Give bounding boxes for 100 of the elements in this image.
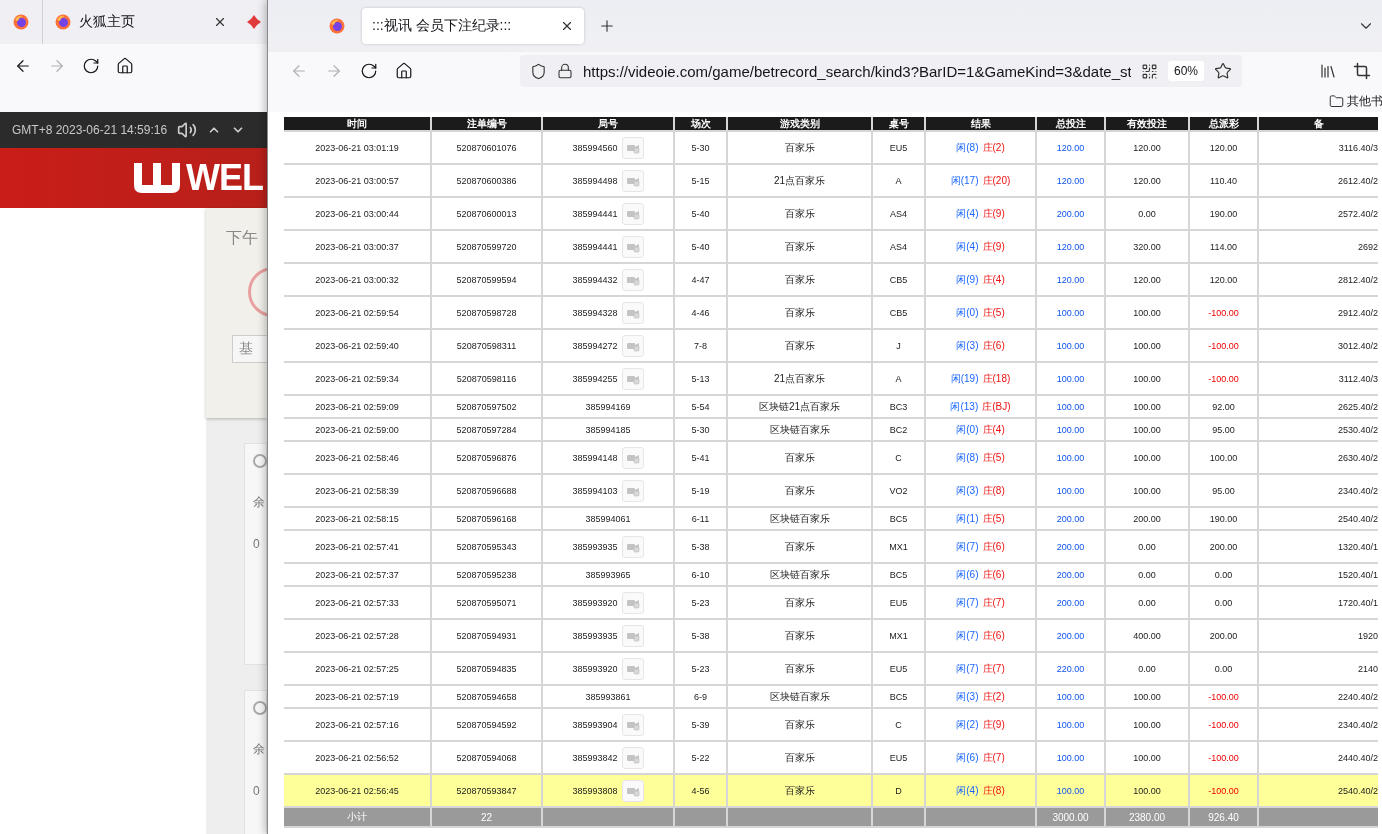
table-row[interactable]: 2023-06-21 02:59:09 520870597502 385994169 5-54 区块链21点百家乐 BC3 闲(13) 庄(BJ) 100.00 100.00 92.00 2625.40/2 [284, 396, 1378, 417]
browser-logo-icon[interactable] [13, 14, 29, 30]
table-row[interactable]: 2023-06-21 02:57:37 520870595238 385993965 6-10 区块链百家乐 BC5 闲(6) 庄(6) 200.00 0.00 0.00 1520.40/1 [284, 564, 1378, 585]
table-cell: BC2 [873, 419, 924, 440]
banker-result: 庄(6) [982, 338, 1005, 353]
table-cell: -100.00 [1190, 363, 1257, 394]
table-cell: 7-8 [675, 330, 726, 361]
star-icon[interactable] [1214, 62, 1232, 80]
table-cell: 92.00 [1190, 396, 1257, 417]
table-cell: BC3 [873, 396, 924, 417]
table-cell: EU5 [873, 653, 924, 684]
table-cell: 2023-06-21 02:57:16 [284, 709, 430, 740]
table-cell: BC5 [873, 564, 924, 585]
table-cell: 6-9 [675, 686, 726, 707]
table-cell: 3000.00 [1037, 808, 1104, 826]
round-number: 385994441 [572, 241, 618, 252]
zoom-badge[interactable]: 60% [1167, 61, 1204, 81]
table-cell: 520870601076 [432, 132, 541, 163]
reload-icon[interactable] [82, 57, 100, 75]
greeting-text: 下午 [226, 228, 259, 248]
table-row[interactable]: 2023-06-21 02:57:41 520870595343 385993935 5-38 百家乐 MX1 闲(7) 庄(6) 200.00 0.00 200.00 1320.40/1 [284, 531, 1378, 562]
table-cell: 520870600013 [432, 198, 541, 229]
banker-result: 庄(9) [982, 206, 1005, 221]
table-cell: CB5 [873, 297, 924, 328]
table-cell: 520870595343 [432, 531, 541, 562]
table-row[interactable]: 2023-06-21 02:58:46 520870596876 385994148 5-41 百家乐 C 闲(8) 庄(5) 100.00 100.00 100.00 2630.40/2 [284, 442, 1378, 473]
table-row[interactable]: 2023-06-21 02:58:39 520870596688 385994103 5-19 百家乐 VO2 闲(3) 庄(8) 100.00 100.00 95.00 2340.40/2 [284, 475, 1378, 506]
close-icon[interactable] [213, 15, 227, 29]
player-result: 闲(3) [956, 689, 979, 704]
table-row[interactable]: 2023-06-21 03:01:19 520870601076 385994560 5-30 百家乐 EU5 闲(8) 庄(2) 120.00 120.00 120.00 3116.40/3 [284, 132, 1378, 163]
table-row[interactable]: 2023-06-21 03:00:32 520870599594 385994432 4-47 百家乐 CB5 闲(9) 庄(4) 120.00 120.00 120.00 2812.40/2 [284, 264, 1378, 295]
table-cell: 520870599720 [432, 231, 541, 262]
table-cell: 520870600386 [432, 165, 541, 196]
table-row[interactable]: 2023-06-21 02:57:25 520870594835 385993920 5-23 百家乐 EU5 闲(7) 庄(7) 220.00 0.00 0.00 2140 [284, 653, 1378, 684]
table-row[interactable]: 2023-06-21 02:56:52 520870594068 385993842 5-22 百家乐 EU5 闲(6) 庄(7) 100.00 100.00 -100.00 2440.40/2 [284, 742, 1378, 773]
table-cell: C [873, 709, 924, 740]
speaker-icon[interactable] [177, 120, 198, 140]
browser-logo-icon[interactable] [329, 18, 345, 34]
column-header: 注单编号 [432, 117, 541, 130]
player-result: 闲(8) [956, 450, 979, 465]
player-result: 闲(0) [956, 422, 979, 437]
address-bar[interactable]: https://videoie.com/game/betrecord_search/kind3?BarID=1&GameKind=3&date_st 60% [520, 55, 1242, 87]
table-cell: -100.00 [1190, 742, 1257, 773]
new-tab-icon[interactable] [598, 17, 616, 35]
table-cell: EU5 [873, 742, 924, 773]
table-cell: 400.00 [1106, 620, 1188, 651]
table-cell: 190.00 [1190, 508, 1257, 529]
table-row[interactable]: 2023-06-21 03:00:57 520870600386 385994498 5-15 21点百家乐 A 闲(17) 庄(20) 120.00 120.00 110.40 2612.40/2 [284, 165, 1378, 196]
table-cell: 120.00 [1106, 264, 1188, 295]
table-cell: BC5 [873, 508, 924, 529]
table-cell: 520870598116 [432, 363, 541, 394]
back-icon[interactable] [14, 57, 32, 75]
table-row[interactable]: 2023-06-21 02:56:45 520870593847 385993808 4-56 百家乐 D 闲(4) 庄(8) 100.00 100.00 -100.00 2540.40/2 [284, 775, 1378, 806]
table-row[interactable]: 2023-06-21 02:59:34 520870598116 385994255 5-13 21点百家乐 A 闲(19) 庄(18) 100.00 100.00 -100.00 3112.40/3 [284, 363, 1378, 394]
table-cell: 5-40 [675, 231, 726, 262]
table-cell: 区块链百家乐 [728, 419, 871, 440]
table-cell: 2023-06-21 02:59:00 [284, 419, 430, 440]
table-cell: 2023-06-21 02:57:19 [284, 686, 430, 707]
table-cell: 0.00 [1106, 587, 1188, 618]
lock-icon[interactable] [557, 63, 573, 79]
table-row[interactable]: 2023-06-21 03:00:44 520870600013 385994441 5-40 百家乐 AS4 闲(4) 庄(9) 200.00 0.00 190.00 2572.40/2 [284, 198, 1378, 229]
bookmark-folder[interactable]: 其他书 [1347, 92, 1382, 110]
table-row[interactable]: 2023-06-21 02:58:15 520870596168 385994061 6-11 区块链百家乐 BC5 闲(1) 庄(5) 200.00 200.00 190.00 2540.40/2 [284, 508, 1378, 529]
reload-icon[interactable] [360, 62, 378, 80]
table-cell: 4-47 [675, 264, 726, 295]
table-cell: 95.00 [1190, 419, 1257, 440]
folder-icon[interactable] [1329, 93, 1344, 109]
table-cell: 2812.40/2 [1259, 264, 1378, 295]
column-header: 时间 [284, 117, 430, 130]
table-cell: 2023-06-21 03:00:44 [284, 198, 430, 229]
player-result: 闲(1) [956, 511, 979, 526]
close-icon[interactable] [560, 19, 574, 33]
table-cell: 百家乐 [728, 653, 871, 684]
table-row[interactable]: 2023-06-21 02:57:19 520870594658 385993861 6-9 区块链百家乐 BC5 闲(3) 庄(2) 100.00 100.00 -100.00 2240.40/2 [284, 686, 1378, 707]
round-number: 385994148 [572, 452, 618, 463]
table-row[interactable]: 2023-06-21 02:59:54 520870598728 385994328 4-46 百家乐 CB5 闲(0) 庄(5) 100.00 100.00 -100.00 2912.40/2 [284, 297, 1378, 328]
table-row[interactable]: 2023-06-21 03:00:37 520870599720 385994441 5-40 百家乐 AS4 闲(4) 庄(9) 120.00 320.00 114.00 2692 [284, 231, 1378, 262]
round-number: 385993920 [572, 663, 618, 674]
column-header: 总投注 [1037, 117, 1104, 130]
qr-code-icon[interactable] [1140, 62, 1158, 80]
player-result: 闲(7) [956, 628, 979, 643]
card-label: 余 [253, 494, 266, 511]
home-icon[interactable] [116, 57, 134, 75]
table-cell: 520870595071 [432, 587, 541, 618]
library-icon[interactable] [1319, 62, 1337, 80]
table-cell: 百家乐 [728, 132, 871, 163]
table-cell: 5-22 [675, 742, 726, 773]
table-cell: 190.00 [1190, 198, 1257, 229]
home-icon[interactable] [395, 62, 413, 80]
table-cell: 4-56 [675, 775, 726, 806]
table-cell: 2023-06-21 02:56:45 [284, 775, 430, 806]
crop-icon[interactable] [1353, 62, 1371, 80]
browser-tab[interactable]: :::视讯 会员下注纪录::: [362, 8, 584, 44]
shield-icon[interactable] [530, 62, 547, 80]
table-row[interactable]: 2023-06-21 02:59:00 520870597284 385994185 5-30 区块链百家乐 BC2 闲(0) 庄(4) 100.00 100.00 95.00 2530.40/2 [284, 419, 1378, 440]
table-row[interactable]: 2023-06-21 02:59:40 520870598311 385994272 7-8 百家乐 J 闲(3) 庄(6) 100.00 100.00 -100.00 3012.40/2 [284, 330, 1378, 361]
table-row[interactable]: 2023-06-21 02:57:28 520870594931 385993935 5-38 百家乐 MX1 闲(7) 庄(6) 200.00 400.00 200.00 1920 [284, 620, 1378, 651]
table-row[interactable]: 2023-06-21 02:57:33 520870595071 385993920 5-23 百家乐 EU5 闲(7) 庄(7) 200.00 0.00 0.00 1720.40/1 [284, 587, 1378, 618]
table-row[interactable]: 2023-06-21 02:57:16 520870594592 385993904 5-39 百家乐 C 闲(2) 庄(9) 100.00 100.00 -100.00 2340.40/2 [284, 709, 1378, 740]
column-header: 游戏类别 [728, 117, 871, 130]
